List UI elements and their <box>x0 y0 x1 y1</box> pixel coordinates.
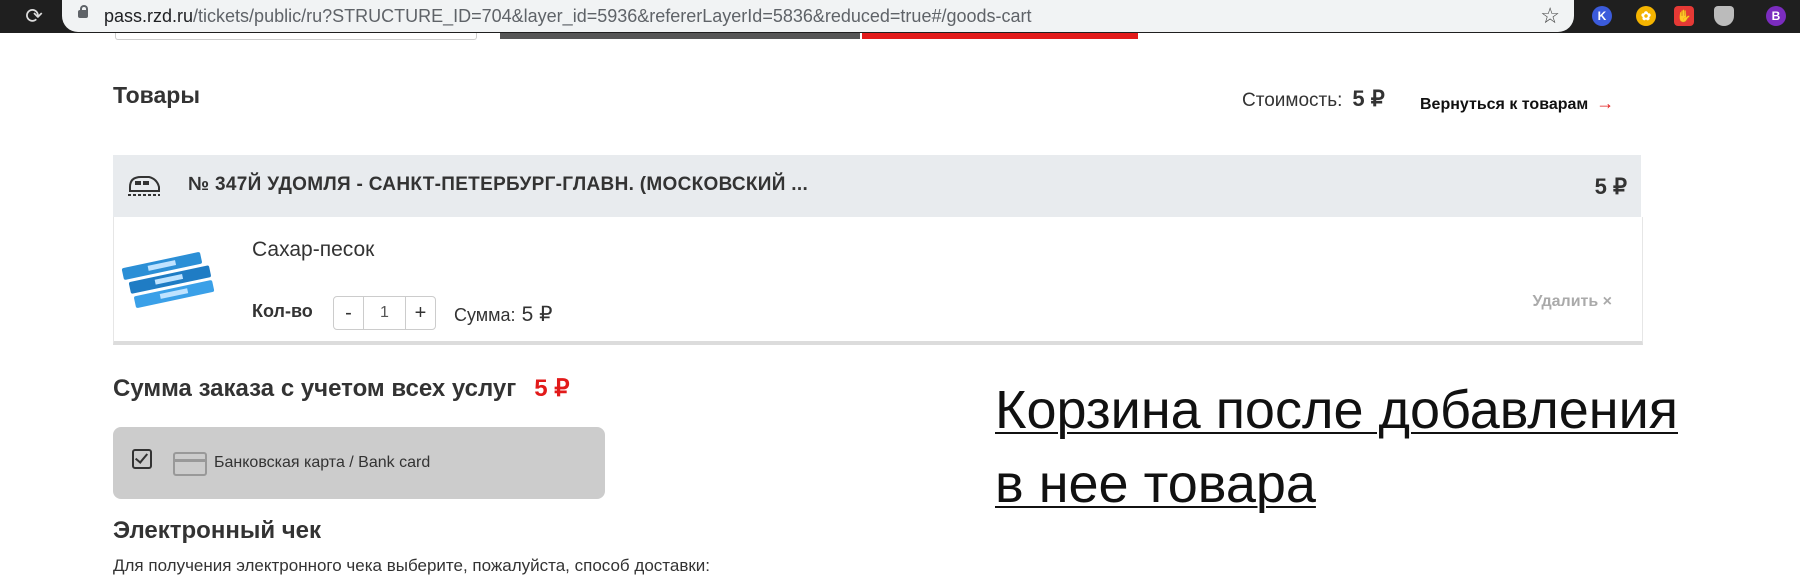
cart-cost: Стоимость: 5 ₽ <box>1242 86 1385 112</box>
credit-card-icon <box>173 452 207 476</box>
increment-button[interactable]: + <box>406 297 435 329</box>
cost-value: 5 ₽ <box>1352 86 1385 111</box>
reload-icon[interactable]: ⟳ <box>22 5 46 29</box>
site-nav-remnant <box>0 33 1800 40</box>
train-icon <box>128 176 160 196</box>
train-price: 5 ₽ <box>1594 174 1627 199</box>
extension-adblock-icon[interactable]: ✋ <box>1674 6 1694 26</box>
cost-label: Стоимость: <box>1242 90 1343 111</box>
cart-item: Сахар-песок Кол-во - 1 + Сумма: 5 ₽ Удали… <box>113 217 1643 345</box>
order-total-value: 5 ₽ <box>534 375 570 402</box>
decrement-button[interactable]: - <box>334 297 363 329</box>
url-host: pass.rzd.ru <box>104 6 194 26</box>
url-text[interactable]: pass.rzd.ru/tickets/public/ru?STRUCTURE_… <box>104 0 1032 32</box>
back-link-label: Вернуться к товарам <box>1420 96 1589 113</box>
bookmark-star-icon[interactable]: ☆ <box>1540 0 1560 32</box>
product-name: Сахар-песок <box>252 238 375 261</box>
quantity-label: Кол-во <box>252 301 313 321</box>
item-sum: Сумма: 5 ₽ <box>454 302 552 327</box>
extension-shield-icon[interactable] <box>1714 6 1734 26</box>
quantity-input[interactable]: 1 <box>363 297 406 329</box>
annotation-line-1: Корзина после добавления <box>995 380 1678 440</box>
product-image <box>121 252 215 308</box>
sum-value: 5 ₽ <box>521 303 553 326</box>
url-path: /tickets/public/ru?STRUCTURE_ID=704&laye… <box>193 6 1032 26</box>
lock-icon[interactable] <box>78 5 88 18</box>
annotation-line-2: в нее товара <box>995 454 1316 514</box>
search-box-remnant <box>115 33 477 40</box>
annotation-caption: Корзина после добавления в нее товара <box>995 373 1755 521</box>
profile-avatar[interactable]: B <box>1766 6 1786 26</box>
extension-k-icon[interactable]: K <box>1592 6 1612 26</box>
arrow-right-icon: → <box>1596 93 1615 113</box>
browser-toolbar: ⟳ pass.rzd.ru/tickets/public/ru?STRUCTUR… <box>0 0 1800 33</box>
train-route: № 347Й УДОМЛЯ - САНКТ-ПЕТЕРБУРГ-ГЛАВН. (… <box>188 174 809 195</box>
payment-method-label: Банковская карта / Bank card <box>214 454 431 471</box>
receipt-instructions: Для получения электронного чека выберите… <box>113 556 711 575</box>
payment-option-bank-card[interactable]: Банковская карта / Bank card <box>113 427 605 499</box>
sum-label: Сумма: <box>454 305 516 325</box>
delete-button[interactable]: Удалить × <box>1533 293 1612 311</box>
receipt-title: Электронный чек <box>113 517 322 544</box>
address-bar[interactable]: pass.rzd.ru/tickets/public/ru?STRUCTURE_… <box>62 0 1574 32</box>
order-total-label: Сумма заказа с учетом всех услуг <box>113 375 517 402</box>
page-title: Товары <box>113 82 200 108</box>
checkbox-checked-icon[interactable] <box>132 449 152 469</box>
quantity-stepper: - 1 + <box>333 296 436 330</box>
nav-tab-remnant <box>500 33 860 39</box>
train-header: № 347Й УДОМЛЯ - САНКТ-ПЕТЕРБУРГ-ГЛАВН. (… <box>113 155 1641 217</box>
order-total: Сумма заказа с учетом всех услуг 5 ₽ <box>113 374 570 403</box>
nav-tab-active-remnant <box>862 33 1138 39</box>
back-to-goods-link[interactable]: Вернуться к товарам → <box>1420 93 1614 114</box>
extension-paw-icon[interactable]: ✿ <box>1636 6 1656 26</box>
